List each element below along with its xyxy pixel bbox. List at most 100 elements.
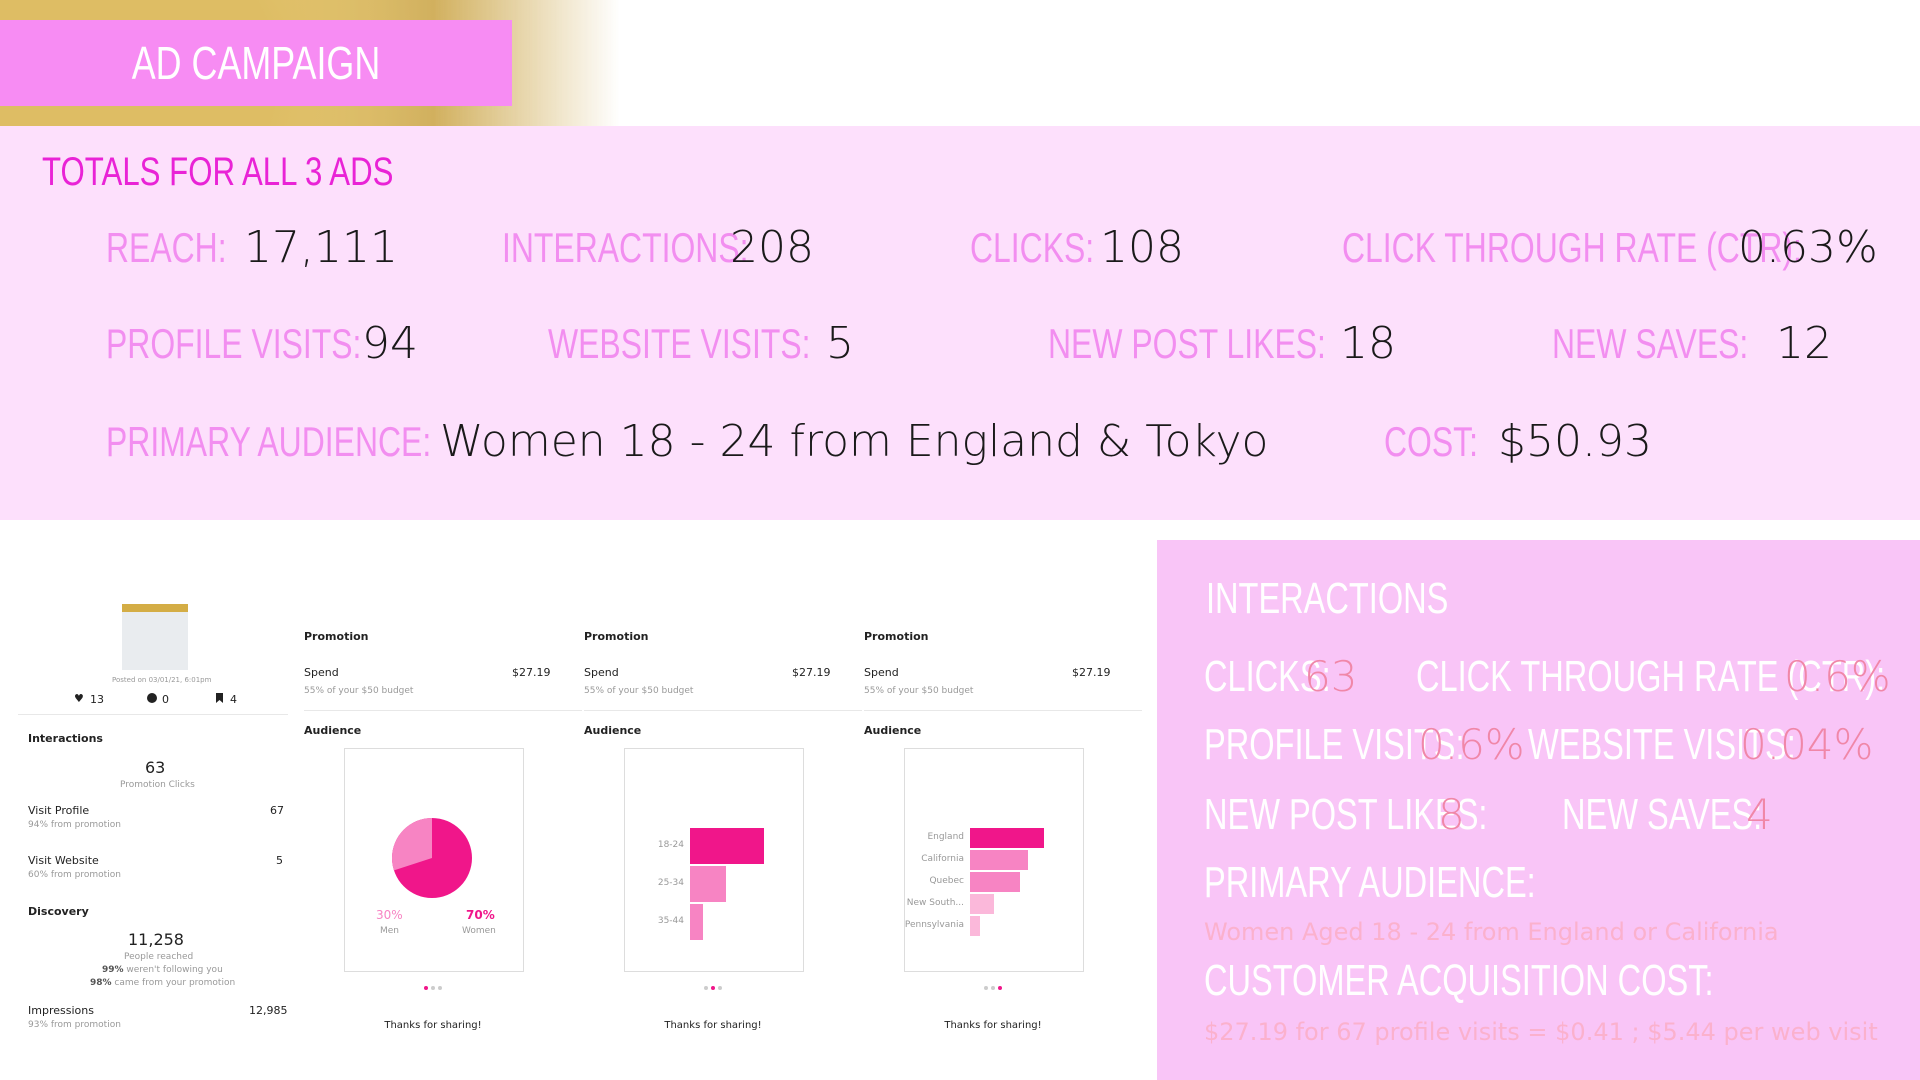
bar: [690, 828, 764, 864]
bookmark-icon: [216, 693, 223, 703]
pager-dot[interactable]: [431, 986, 435, 990]
promotion-heading: Promotion: [864, 630, 929, 643]
bar: [690, 904, 703, 940]
comment-icon: [147, 693, 157, 703]
spend-value: $27.19: [512, 666, 551, 679]
visit-website-value: 5: [276, 854, 283, 867]
audience-heading: Audience: [584, 724, 642, 737]
thanks-footer: Thanks for sharing!: [384, 1020, 482, 1031]
thanks-footer: Thanks for sharing!: [664, 1020, 762, 1031]
interactions-heading: Interactions: [28, 732, 103, 745]
bar-label: New South...: [906, 898, 964, 908]
visit-website-sub: 60% from promotion: [28, 870, 121, 880]
people-reached-value: 11,258: [128, 930, 184, 949]
clicks-value: 108: [1100, 222, 1184, 273]
heart-icon: ♥: [74, 692, 84, 705]
bar-label: Pennsylvania: [904, 920, 964, 930]
thanks-footer: Thanks for sharing!: [944, 1020, 1042, 1031]
int-website-value: 0.04%: [1740, 720, 1874, 769]
visit-profile-sub: 94% from promotion: [28, 820, 121, 830]
reach-value: 17,111: [244, 222, 398, 273]
new-saves-label: NEW SAVES:: [1552, 320, 1749, 367]
spend-value: $27.19: [792, 666, 831, 679]
budget-note: 55% of your $50 budget: [864, 686, 974, 696]
int-audience-value: Women Aged 18 - 24 from England or Calif…: [1204, 918, 1779, 946]
bar: [970, 916, 980, 936]
audience-heading: Audience: [304, 724, 362, 737]
pager-dot[interactable]: [424, 986, 428, 990]
discovery-heading: Discovery: [28, 905, 89, 918]
bar: [690, 866, 726, 902]
budget-note: 55% of your $50 budget: [584, 686, 694, 696]
pager-dot[interactable]: [984, 986, 988, 990]
pager-dot[interactable]: [991, 986, 995, 990]
promotion-heading: Promotion: [584, 630, 649, 643]
cost-value: $50.93: [1498, 416, 1652, 467]
int-clicks-value: 63: [1304, 652, 1358, 701]
likes-count: 13: [90, 693, 104, 706]
promotion-clicks-value: 63: [145, 758, 166, 777]
primary-audience-label: PRIMARY AUDIENCE:: [106, 418, 432, 465]
new-post-likes-value: 18: [1340, 318, 1396, 369]
cost-label: COST:: [1384, 418, 1479, 465]
website-visits-label: WEBSITE VISITS:: [548, 320, 811, 367]
int-cac-label: CUSTOMER ACQUISITION COST:: [1204, 956, 1714, 1005]
visit-profile-label: Visit Profile: [28, 804, 90, 817]
divider: [584, 710, 862, 711]
comments-count: 0: [162, 693, 169, 706]
reach-label: REACH:: [106, 224, 227, 271]
int-audience-label: PRIMARY AUDIENCE:: [1204, 858, 1536, 907]
gender-pie-chart: [392, 818, 472, 898]
interactions-value: 208: [730, 222, 814, 273]
ctr-label: CLICK THROUGH RATE (CTR):: [1342, 224, 1802, 271]
impressions-value: 12,985: [249, 1004, 288, 1017]
interactions-panel-heading: INTERACTIONS: [1206, 574, 1449, 623]
bar: [970, 828, 1044, 848]
int-likes-value: 8: [1438, 790, 1465, 839]
posted-date: Posted on 03/01/21, 6:01pm: [112, 676, 212, 684]
visit-website-label: Visit Website: [28, 854, 99, 867]
pager-dot[interactable]: [711, 986, 715, 990]
visit-profile-value: 67: [270, 804, 284, 817]
page-title: AD CAMPAIGN: [131, 37, 381, 89]
spend-label: Spend: [304, 666, 339, 679]
new-saves-value: 12: [1776, 318, 1832, 369]
people-reached-label: People reached: [124, 952, 194, 962]
pager-dot[interactable]: [998, 986, 1002, 990]
men-label: Men: [380, 926, 400, 936]
profile-visits-value: 94: [362, 318, 418, 369]
profile-visits-label: PROFILE VISITS:: [106, 320, 362, 367]
int-cac-value: $27.19 for 67 profile visits = $0.41 ; $…: [1204, 1018, 1878, 1046]
pager-dot[interactable]: [438, 986, 442, 990]
bar-label: 18-24: [657, 840, 684, 850]
int-saves-label: NEW SAVES:: [1562, 790, 1763, 839]
new-post-likes-label: NEW POST LIKES:: [1048, 320, 1326, 367]
impressions-label: Impressions: [28, 1004, 94, 1017]
bar: [970, 894, 994, 914]
int-profile-value: 0.6%: [1418, 720, 1525, 769]
bar-label: 25-34: [657, 878, 684, 888]
men-percent: 30%: [376, 908, 403, 922]
pager-dot[interactable]: [704, 986, 708, 990]
ctr-value: 0.63%: [1738, 222, 1878, 273]
spend-label: Spend: [584, 666, 619, 679]
bar-label: England: [927, 832, 964, 842]
post-thumbnail: [122, 604, 188, 670]
spend-value: $27.19: [1072, 666, 1111, 679]
totals-heading: TOTALS FOR ALL 3 ADS: [42, 150, 394, 194]
audience-heading: Audience: [864, 724, 922, 737]
pager-dot[interactable]: [718, 986, 722, 990]
primary-audience-value: Women 18 - 24 from England & Tokyo: [440, 416, 1269, 467]
bar: [970, 872, 1020, 892]
bar-label: 35-44: [657, 916, 684, 926]
bar-label: California: [921, 854, 964, 864]
spend-label: Spend: [864, 666, 899, 679]
divider: [304, 710, 582, 711]
promotion-heading: Promotion: [304, 630, 369, 643]
not-following-note: 99% weren't following you: [102, 965, 223, 975]
promotion-clicks-label: Promotion Clicks: [120, 780, 195, 790]
saves-count: 4: [230, 693, 237, 706]
women-percent: 70%: [466, 908, 495, 922]
int-saves-value: 4: [1746, 790, 1773, 839]
int-ctr-value: 0.6%: [1784, 652, 1891, 701]
